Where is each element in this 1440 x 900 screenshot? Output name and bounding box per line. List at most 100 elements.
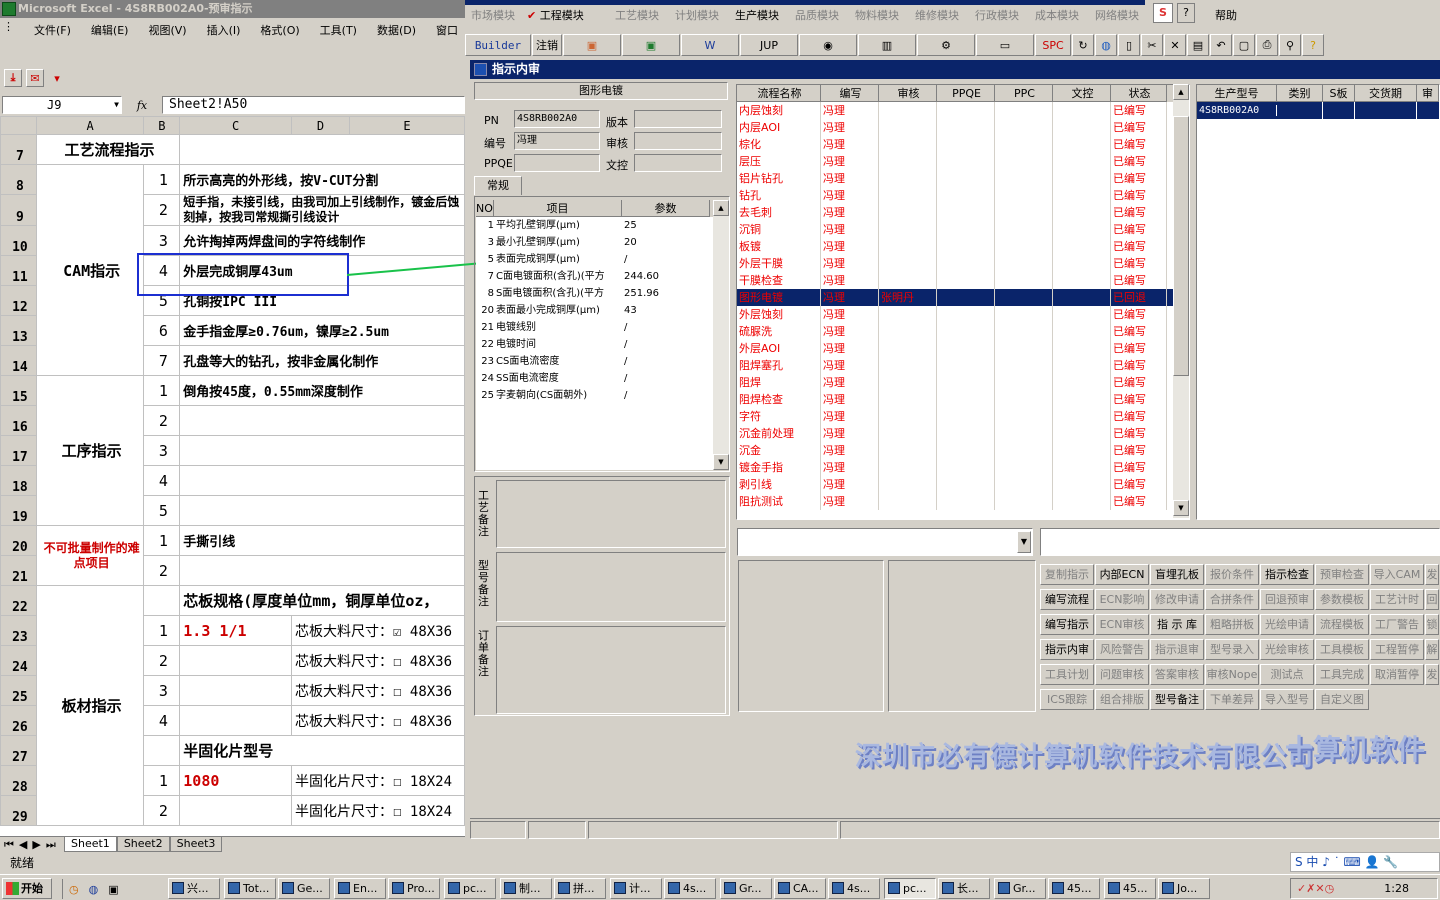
cell-index[interactable]: 1 <box>143 765 181 796</box>
action-button[interactable]: 回 <box>1425 589 1439 610</box>
param-row[interactable]: 3 最小孔壁铜厚(μm) 20 <box>476 234 728 251</box>
model-col-pn[interactable]: 生产型号 <box>1197 85 1277 102</box>
row-header[interactable]: 7 <box>0 134 37 165</box>
process-row[interactable]: 阻焊 冯理 已编写 <box>737 374 1189 391</box>
process-row[interactable]: 去毛刺 冯理 已编写 <box>737 204 1189 221</box>
action-button[interactable]: 锁 <box>1425 614 1439 635</box>
action-button[interactable]: 光绘申请 <box>1260 614 1314 635</box>
taskbar-item[interactable]: Gr... <box>720 878 772 899</box>
version-field[interactable] <box>634 110 722 128</box>
process-row[interactable]: 板镀 冯理 已编写 <box>737 238 1189 255</box>
action-button[interactable]: 导入CAM <box>1370 564 1424 585</box>
cell[interactable] <box>179 705 293 736</box>
process-row[interactable]: 干膜检查 冯理 已编写 <box>737 272 1189 289</box>
process-row[interactable]: 棕化 冯理 已编写 <box>737 136 1189 153</box>
action-button[interactable]: 指示检查 <box>1260 564 1314 585</box>
cell[interactable] <box>179 435 465 466</box>
action-button[interactable]: 工厂警告 <box>1370 614 1424 635</box>
action-button[interactable]: 指示内审 <box>1040 639 1094 660</box>
row-header[interactable]: 11 <box>0 255 37 286</box>
cell-index[interactable]: 6 <box>143 315 181 346</box>
param-row[interactable]: 22 电镀时间 / <box>476 336 728 353</box>
save-icon[interactable]: ▤ <box>1187 34 1209 56</box>
action-button[interactable]: 下单差异 <box>1205 689 1259 710</box>
select-all-corner[interactable] <box>0 116 37 135</box>
param-row[interactable]: 25 字麦朝向(CS面朝外) / <box>476 387 728 404</box>
cell-index[interactable]: 3 <box>143 675 181 706</box>
taskbar-item[interactable]: pc... <box>444 878 496 899</box>
taskbar-item[interactable]: 兴... <box>168 878 220 899</box>
column-header-c[interactable]: C <box>179 116 293 135</box>
cell[interactable] <box>179 495 465 526</box>
row-header[interactable]: 22 <box>0 585 37 616</box>
action-button[interactable]: 取消暂停 <box>1370 664 1424 685</box>
cell-difficult-items-title[interactable]: 不可批量制作的难点项目 <box>35 525 145 586</box>
row-header[interactable]: 24 <box>0 645 37 676</box>
jup-button[interactable]: JUP <box>740 34 798 56</box>
cell-prepreg-size-label[interactable]: 半固化片尺寸：☐ 18X24 <box>291 765 465 796</box>
row-header[interactable]: 20 <box>0 525 37 556</box>
process-row[interactable]: 剥引线 冯理 已编写 <box>737 476 1189 493</box>
param-row[interactable]: 20 表面最小完成铜厚(μm) 43 <box>476 302 728 319</box>
order-note-input[interactable] <box>496 626 726 714</box>
final-field[interactable] <box>634 154 722 172</box>
cell-core-size-label[interactable]: 芯板大料尺寸：☐ 48X36 <box>291 645 465 676</box>
proc-col-writer[interactable]: 编写 <box>821 85 879 102</box>
cell-index[interactable]: 2 <box>143 795 181 826</box>
param-row[interactable]: 21 电镀线别 / <box>476 319 728 336</box>
cell[interactable] <box>179 645 293 676</box>
taskbar-item[interactable]: Jo... <box>1158 878 1210 899</box>
cell-index[interactable]: 1 <box>143 164 181 195</box>
cell-instruction[interactable]: 短手指，未接引线，由我司加上引线制作，镀金后蚀刻掉，按我司常规撕引线设计 <box>179 194 465 226</box>
menu-production[interactable]: 生产模块 <box>735 7 779 23</box>
param-table[interactable]: NO 项目 参数 1 平均孔壁铜厚(μm) 25 3 最小孔壁铜厚(μm) 20 5 表面完成… <box>476 200 728 470</box>
action-button[interactable]: 审核Nope <box>1205 664 1259 685</box>
param-row[interactable]: 8 S面电镀面积(含孔)(平方 251.96 <box>476 285 728 302</box>
cut-icon[interactable]: ✂ <box>1141 34 1163 56</box>
cell-index[interactable]: 1 <box>143 615 181 646</box>
proc-col-review[interactable]: 审核 <box>879 85 937 102</box>
param-row[interactable]: 24 SS面电流密度 / <box>476 370 728 387</box>
process-row[interactable]: 字符 冯理 已编写 <box>737 408 1189 425</box>
column-header-e[interactable]: E <box>349 116 465 135</box>
process-table[interactable]: 流程名称 编写 审核 PPQE PPC 文控 状态 内层蚀刻 冯理 已编写 内层AOI… <box>736 84 1190 520</box>
process-row[interactable]: 钻孔 冯理 已编写 <box>737 187 1189 204</box>
action-button[interactable]: 工具完成 <box>1315 664 1369 685</box>
action-button[interactable]: 流程模板 <box>1315 614 1369 635</box>
taskbar-item[interactable]: 长... <box>938 878 990 899</box>
cell-core-size-label[interactable]: 芯板大料尺寸：☐ 48X36 <box>291 675 465 706</box>
scroll-down-icon[interactable]: ▼ <box>1173 500 1189 516</box>
row-header[interactable]: 21 <box>0 555 37 586</box>
action-button[interactable]: 自定义图 <box>1315 689 1369 710</box>
action-button[interactable]: 问题审核 <box>1095 664 1149 685</box>
cell-prepreg-size-label[interactable]: 半固化片尺寸：☐ 18X24 <box>291 795 465 826</box>
name-box[interactable]: J9 <box>2 96 122 114</box>
delete-icon[interactable]: ✕ <box>1164 34 1186 56</box>
menu-repair[interactable]: 维修模块 <box>915 7 959 23</box>
tab-sheet2[interactable]: Sheet2 <box>116 837 170 852</box>
action-button[interactable]: 发 <box>1425 664 1439 685</box>
row-header[interactable]: 16 <box>0 405 37 436</box>
fx-icon[interactable]: fx <box>122 99 162 112</box>
process-row[interactable]: 镀金手指 冯理 已编写 <box>737 459 1189 476</box>
search-field[interactable] <box>1040 528 1440 556</box>
process-row[interactable]: 内层AOI 冯理 已编写 <box>737 119 1189 136</box>
action-button[interactable]: 修改申请 <box>1150 589 1204 610</box>
filter-combo[interactable]: ▼ <box>737 528 1033 556</box>
action-button[interactable]: 指 示 库 <box>1150 614 1204 635</box>
cell-core-spec[interactable]: 1.3 1/1 <box>179 615 293 646</box>
tab-sheet1[interactable]: Sheet1 <box>64 837 117 852</box>
process-row[interactable]: 内层蚀刻 冯理 已编写 <box>737 102 1189 119</box>
action-button[interactable]: 指示退审 <box>1150 639 1204 660</box>
process-row[interactable]: 铝片钻孔 冯理 已编写 <box>737 170 1189 187</box>
action-button[interactable]: 型号备注 <box>1150 689 1204 710</box>
action-button[interactable]: ECN影响 <box>1095 589 1149 610</box>
preview-icon[interactable]: ▢ <box>1233 34 1255 56</box>
cell[interactable] <box>179 675 293 706</box>
cell-index[interactable]: 2 <box>143 645 181 676</box>
model-col-type[interactable]: 类别 <box>1277 85 1323 102</box>
param-row[interactable]: 23 CS面电流密度 / <box>476 353 728 370</box>
process-row[interactable]: 外层蚀刻 冯理 已编写 <box>737 306 1189 323</box>
action-button[interactable]: 回退预审 <box>1260 589 1314 610</box>
core-size-checkbox[interactable]: ☑ 48X36 <box>393 624 452 640</box>
